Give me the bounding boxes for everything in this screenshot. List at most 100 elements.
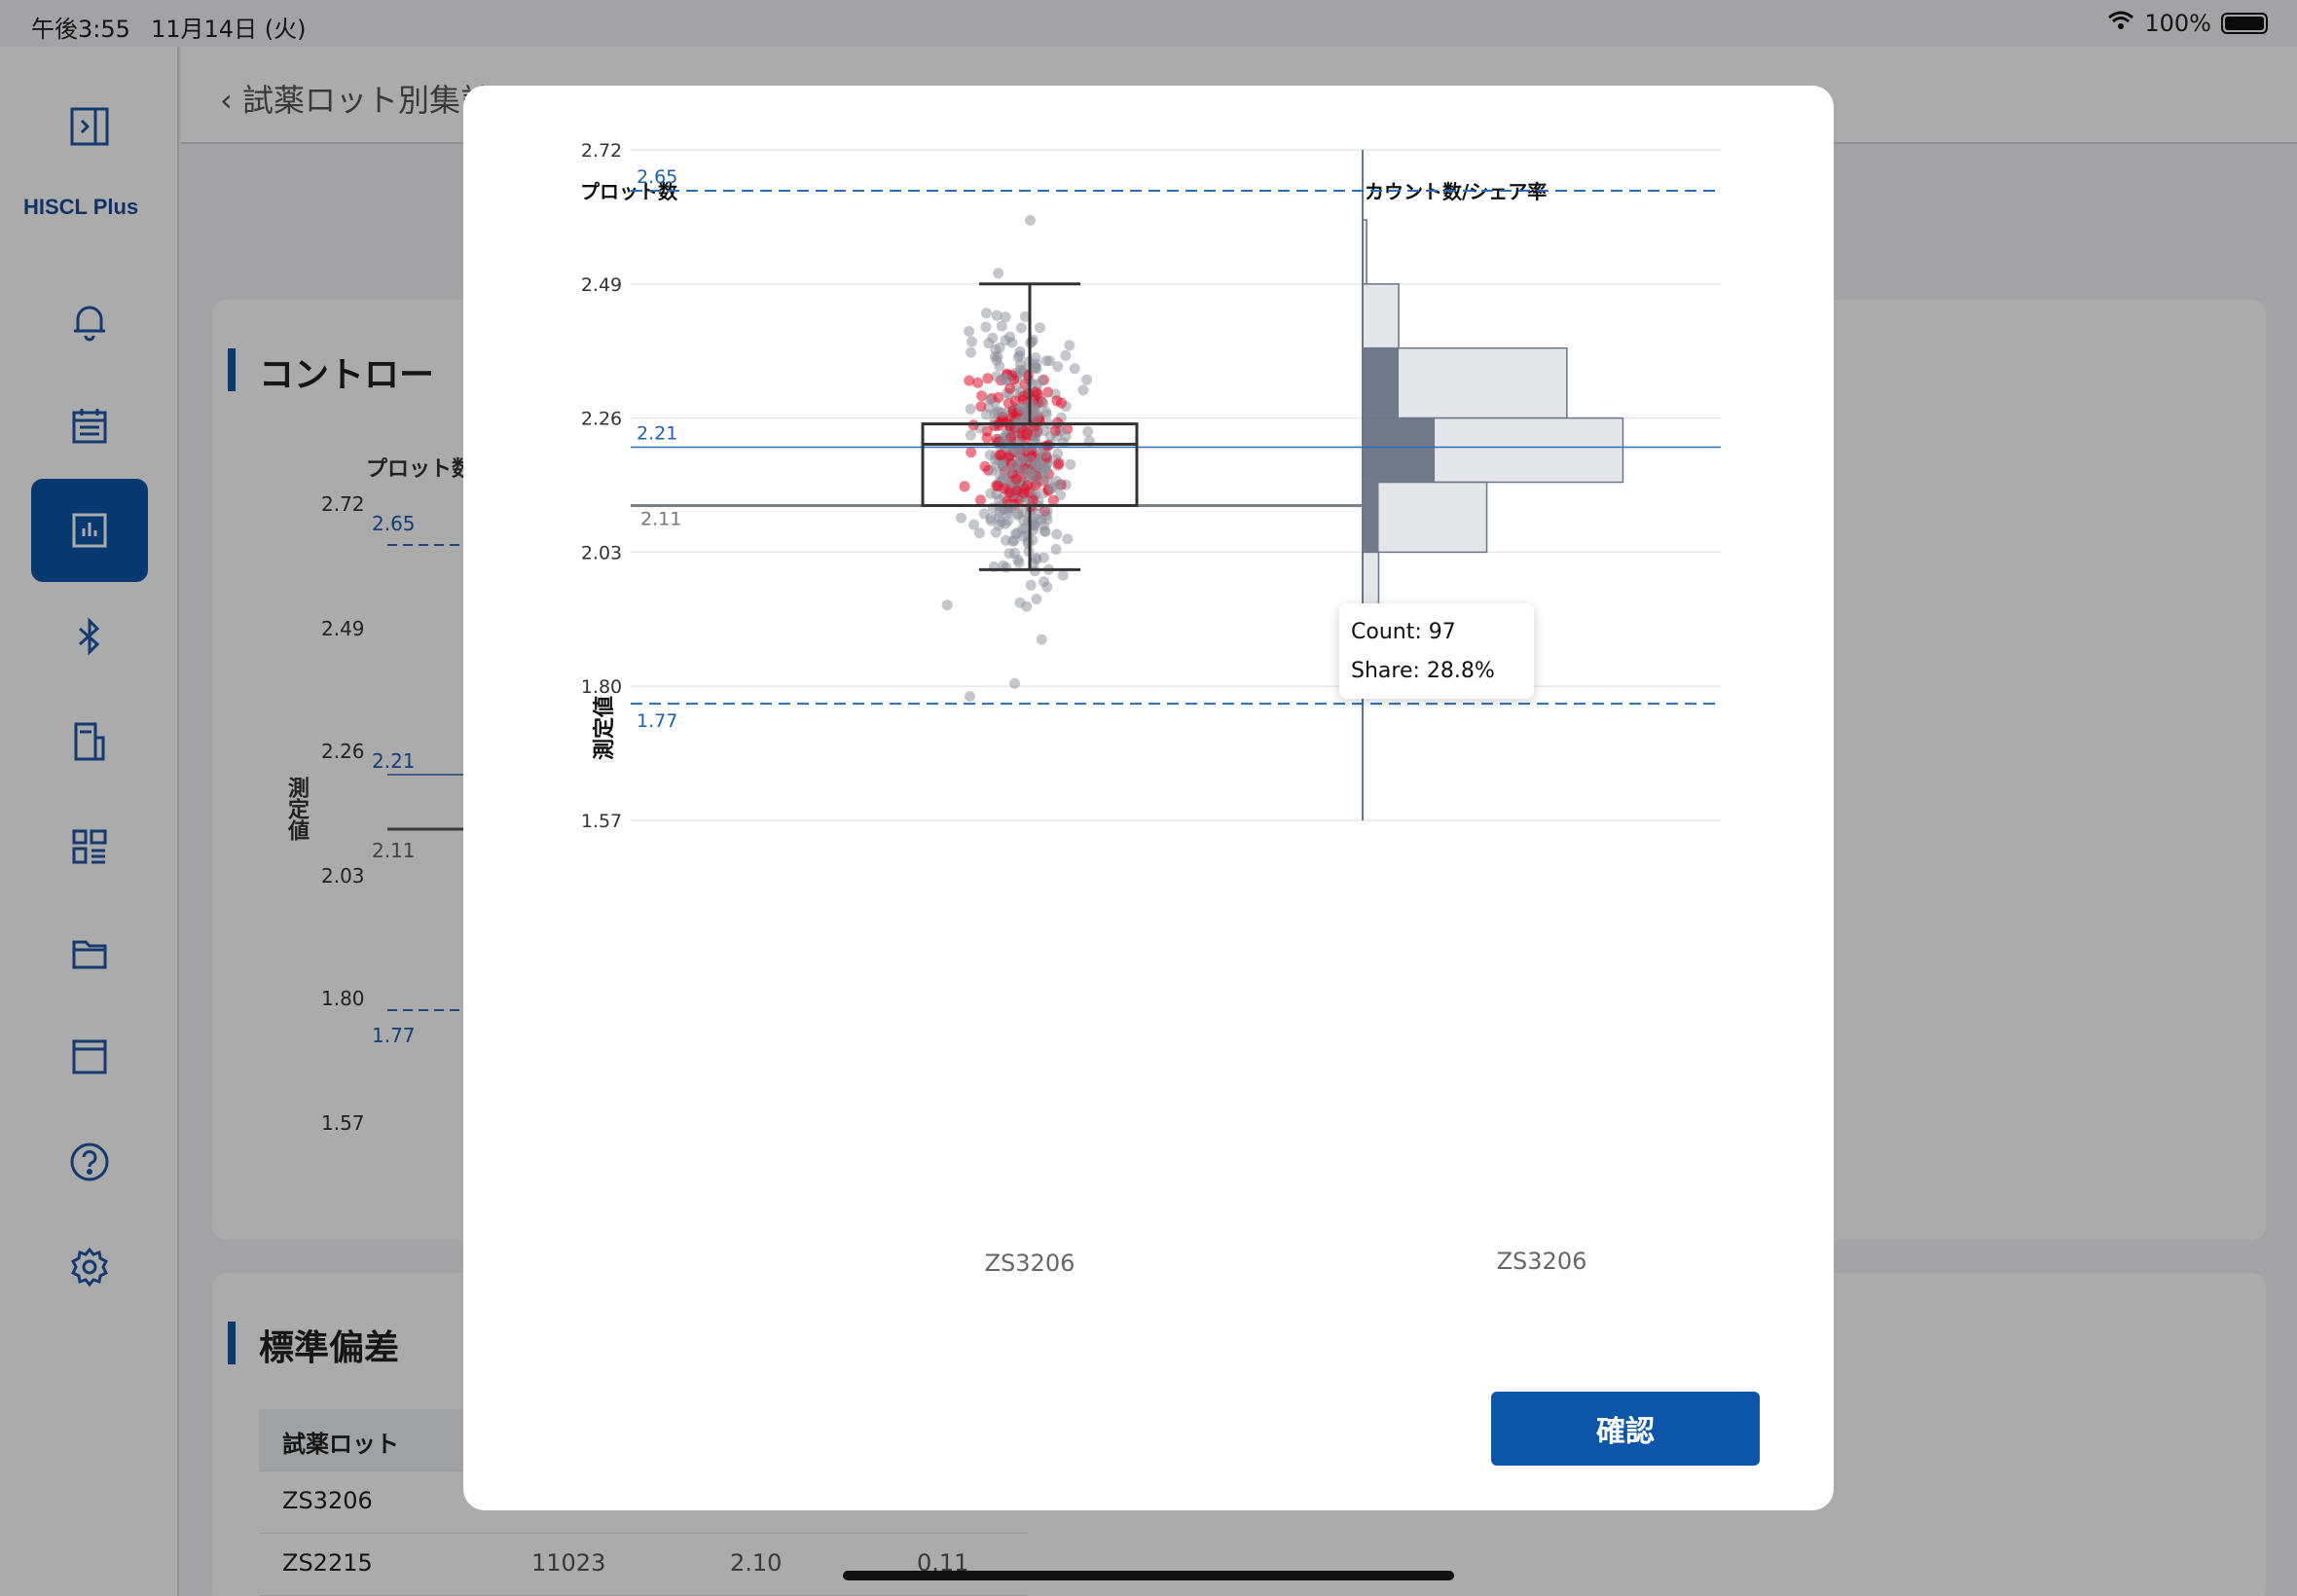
data-point bbox=[1038, 397, 1049, 409]
data-point bbox=[966, 336, 977, 347]
reference-line-label: 2.11 bbox=[640, 508, 681, 529]
y-tick-label: 2.03 bbox=[581, 542, 622, 563]
data-point bbox=[1025, 579, 1037, 591]
histogram-bar bbox=[1362, 283, 1400, 349]
reference-line-label: 2.65 bbox=[637, 166, 677, 188]
data-point-highlight bbox=[1053, 457, 1065, 469]
data-point bbox=[1008, 534, 1020, 546]
tooltip-count: Count: 97 bbox=[1351, 620, 1456, 644]
data-point bbox=[1021, 600, 1033, 612]
data-point bbox=[1026, 336, 1038, 347]
data-point bbox=[1031, 358, 1041, 370]
data-point bbox=[993, 268, 1004, 279]
data-point bbox=[1077, 384, 1089, 396]
data-point-highlight bbox=[982, 373, 994, 384]
y-tick-label: 2.49 bbox=[581, 274, 622, 296]
data-point bbox=[984, 450, 996, 461]
data-point-highlight bbox=[1022, 427, 1034, 439]
data-point bbox=[1015, 322, 1027, 334]
data-point bbox=[1039, 463, 1051, 474]
data-point bbox=[1064, 340, 1076, 351]
data-point-highlight bbox=[959, 481, 970, 492]
y-tick-label: 1.57 bbox=[581, 811, 622, 832]
data-point-highlight bbox=[1010, 474, 1022, 485]
histogram-bar-highlight bbox=[1363, 417, 1436, 483]
data-point bbox=[980, 321, 992, 333]
data-point bbox=[996, 407, 1007, 418]
data-point bbox=[1050, 543, 1062, 555]
histogram-bar-highlight bbox=[1363, 482, 1379, 553]
data-point bbox=[1062, 533, 1074, 545]
data-point bbox=[1051, 528, 1063, 540]
data-point bbox=[1004, 331, 1015, 343]
data-point bbox=[1025, 214, 1036, 226]
home-indicator bbox=[843, 1571, 1454, 1580]
data-point bbox=[1000, 311, 1011, 323]
data-point-highlight bbox=[1011, 485, 1023, 496]
data-point bbox=[973, 527, 985, 539]
y-axis-label: 測定値 bbox=[592, 696, 617, 760]
data-point bbox=[965, 691, 975, 703]
chart-grid: 2.72 2.49 2.26 2.03 1.80 1.57 bbox=[581, 140, 1721, 832]
data-point-highlight bbox=[994, 417, 1005, 428]
data-point-highlight bbox=[975, 494, 986, 506]
category-label-left: ZS3206 bbox=[985, 1250, 1076, 1277]
data-point bbox=[1039, 576, 1050, 588]
y-tick-label: 1.80 bbox=[581, 676, 622, 698]
category-label-right: ZS3206 bbox=[1497, 1248, 1587, 1275]
data-point-highlight bbox=[993, 481, 1004, 492]
y-tick-label: 2.26 bbox=[581, 409, 622, 430]
data-point bbox=[966, 346, 976, 358]
data-point bbox=[1039, 520, 1050, 531]
data-point bbox=[1009, 677, 1020, 689]
data-point bbox=[1031, 594, 1042, 604]
data-point bbox=[1040, 355, 1052, 367]
data-point-highlight bbox=[966, 447, 977, 458]
data-point bbox=[980, 308, 992, 319]
data-point bbox=[1081, 374, 1093, 385]
data-point bbox=[1013, 447, 1025, 457]
tooltip-share: Share: 28.8% bbox=[1351, 659, 1495, 683]
histogram-bar-highlight bbox=[1363, 347, 1400, 418]
data-point bbox=[1013, 557, 1025, 568]
data-point bbox=[993, 512, 1004, 524]
data-point bbox=[1053, 479, 1065, 490]
data-point bbox=[965, 403, 976, 415]
y-tick-label: 2.72 bbox=[581, 140, 622, 162]
data-point bbox=[1003, 465, 1014, 477]
data-point bbox=[1003, 548, 1015, 560]
box-histogram-chart: プロット数 カウント数/シェア率 測定値 2.722.492.262.031.8… bbox=[580, 140, 1721, 1277]
data-point bbox=[1052, 361, 1064, 373]
data-point bbox=[1082, 426, 1094, 437]
data-point-highlight bbox=[964, 375, 975, 386]
data-point bbox=[1030, 437, 1041, 449]
data-point bbox=[1037, 375, 1048, 386]
data-point bbox=[965, 429, 976, 441]
data-point bbox=[1057, 569, 1069, 581]
scatter-points bbox=[941, 214, 1095, 703]
data-point bbox=[1044, 430, 1056, 442]
confirm-button[interactable]: 確認 bbox=[1491, 1392, 1760, 1466]
data-point bbox=[1069, 363, 1080, 375]
data-point bbox=[1027, 465, 1039, 477]
data-point bbox=[1065, 458, 1076, 470]
data-point bbox=[956, 512, 966, 524]
data-point-highlight bbox=[981, 432, 993, 444]
data-point bbox=[1002, 374, 1013, 385]
reference-line-label: 2.21 bbox=[637, 423, 677, 445]
data-point bbox=[964, 326, 975, 337]
data-point bbox=[941, 599, 953, 611]
data-point bbox=[990, 526, 1002, 538]
data-point bbox=[980, 409, 992, 420]
data-point-highlight bbox=[993, 391, 1004, 403]
data-point-highlight bbox=[1056, 397, 1067, 409]
data-point bbox=[994, 360, 1005, 372]
histogram-bar bbox=[1362, 481, 1488, 554]
data-point bbox=[1060, 349, 1072, 361]
data-point-highlight bbox=[979, 460, 991, 472]
data-point bbox=[1018, 530, 1030, 542]
data-point bbox=[983, 338, 995, 349]
data-point-highlight bbox=[994, 450, 1005, 461]
reference-line-label: 1.77 bbox=[637, 710, 677, 732]
histogram-bars bbox=[1362, 150, 1624, 820]
